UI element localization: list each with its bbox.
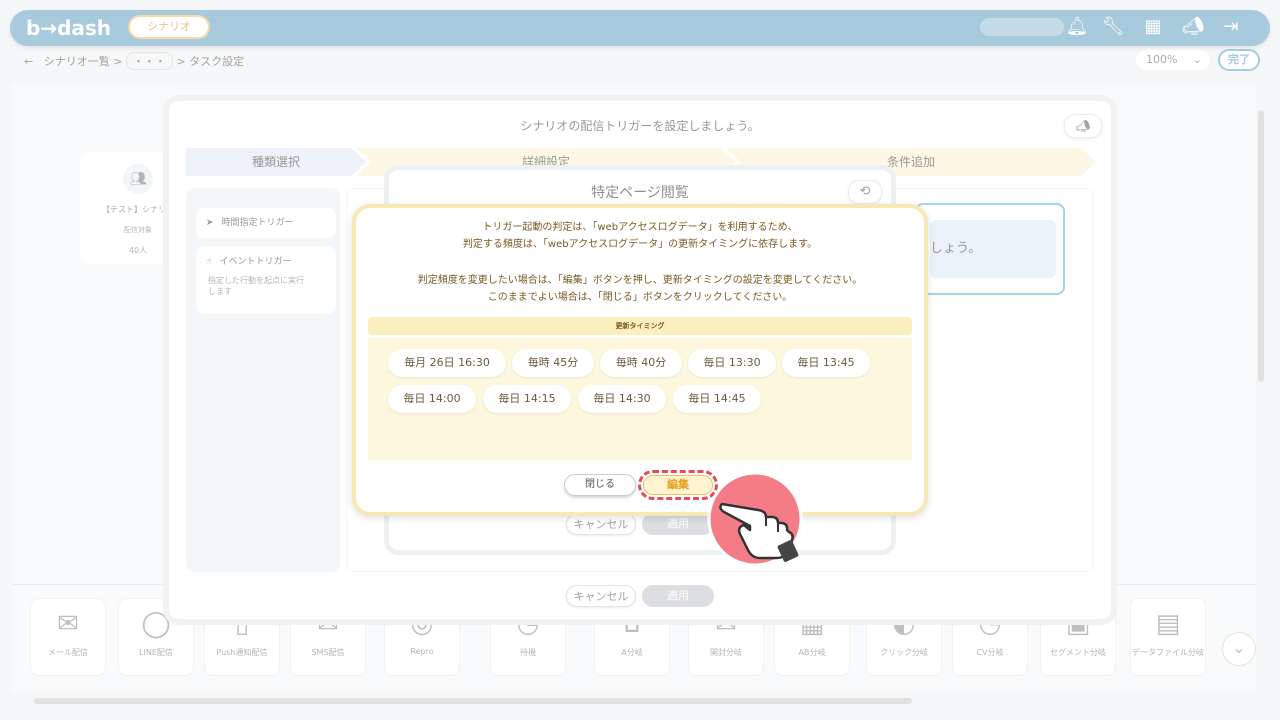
close-button[interactable]: 閉じる [564,474,636,496]
timing-chip: 毎日 13:45 [782,349,870,377]
dialog-message-3: 判定頻度を変更したい場合は、「編集」ボタンを押し、更新タイミングの設定を変更して… [417,275,863,286]
timing-chip: 毎時 40分 [600,349,682,377]
timing-chip: 毎月 26日 16:30 [388,349,506,377]
timing-chip: 毎日 13:30 [688,349,776,377]
timing-chip: 毎時 45分 [512,349,594,377]
dialog-message-4: このままでよい場合は、「閉じる」ボタンをクリックしてください。 [487,292,793,303]
timing-chip: 毎日 14:30 [578,385,666,413]
timing-chip: 毎日 14:45 [673,385,761,413]
timing-header: 更新タイミング [368,317,912,335]
edit-button-label: 編集 [643,475,713,495]
timing-chip: 毎日 14:15 [483,385,571,413]
dialog-message-2: 判定する頻度は、「webアクセスログデータ」の更新タイミングに依存します。 [462,239,818,250]
dialog-message-1: トリガー起動の判定は、「webアクセスログデータ」を利用するため、 [482,222,798,233]
timing-chip: 毎日 14:00 [388,385,476,413]
pointing-hand-icon [707,471,803,567]
